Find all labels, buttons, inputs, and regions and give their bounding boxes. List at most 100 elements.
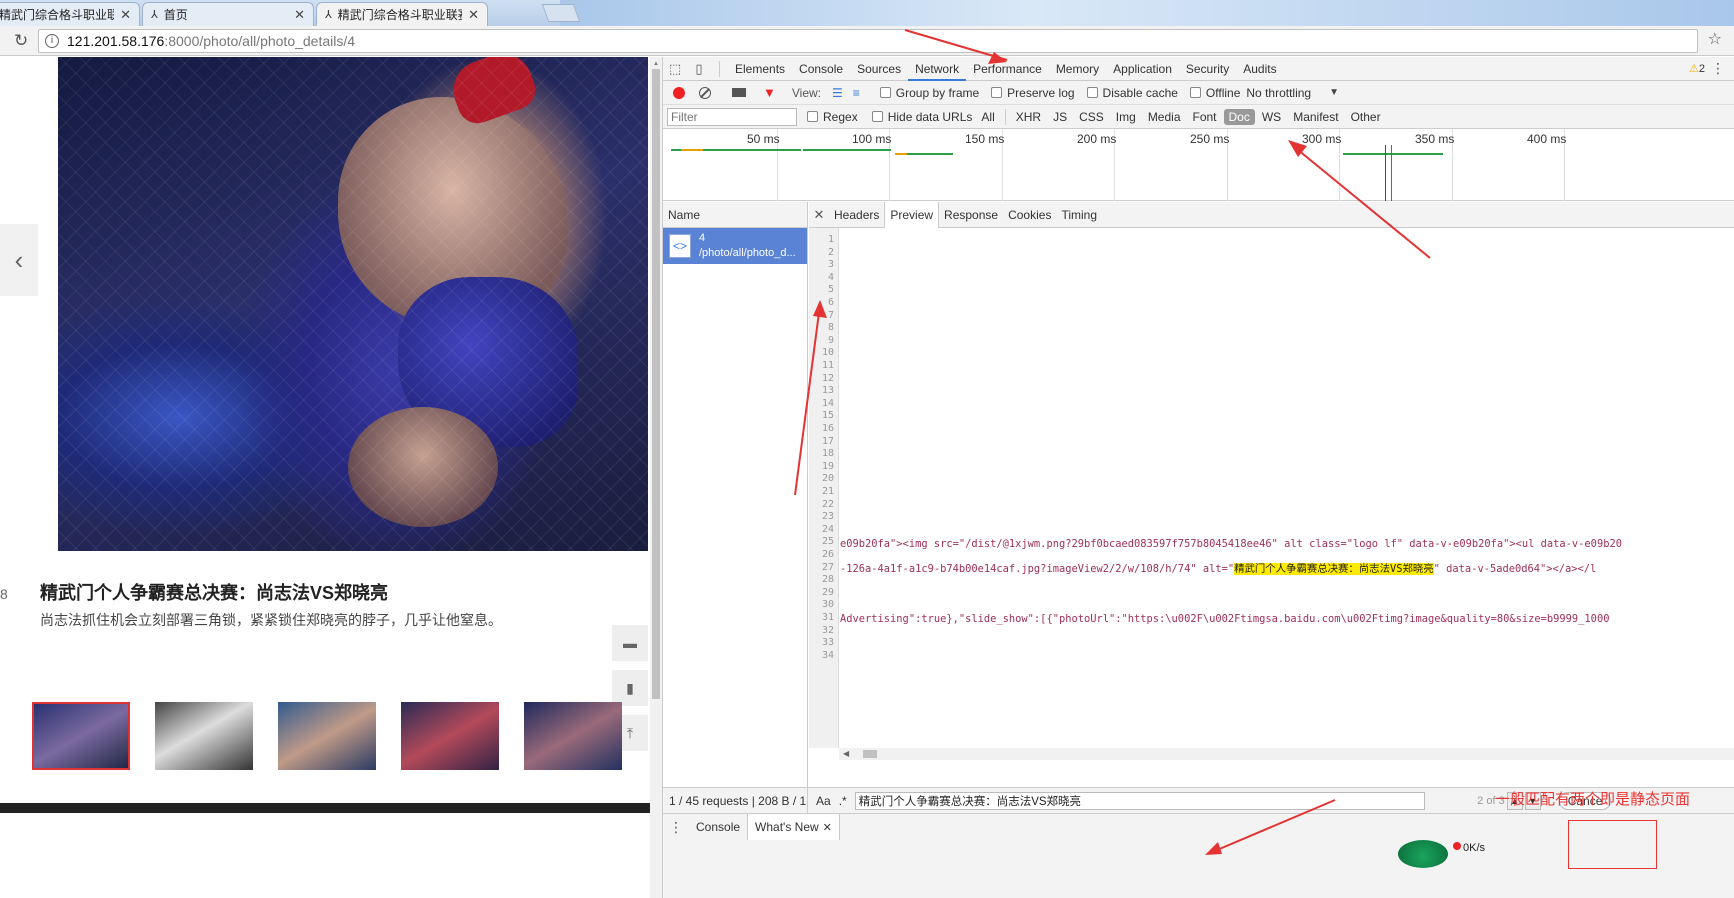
disable-cache-checkbox[interactable] (1086, 87, 1098, 98)
page-footer-strip (0, 803, 662, 813)
tab-console[interactable]: Console (792, 57, 850, 81)
line-number: 3 (827, 259, 834, 271)
close-tab-icon[interactable]: ✕ (120, 7, 131, 23)
chevron-left-icon: ‹ (14, 244, 24, 275)
tab-title: 首页 (163, 8, 188, 22)
drawer-tab-whats-new[interactable]: What's New ✕ (747, 814, 840, 840)
large-rows-icon[interactable]: ☰ (832, 86, 843, 100)
filter-type-all[interactable]: All (976, 109, 999, 125)
close-tab-icon[interactable]: ✕ (294, 7, 305, 23)
thumbnail-5[interactable] (524, 702, 622, 770)
regex-button[interactable]: .* (839, 794, 847, 808)
throttling-select[interactable]: No throttling (1246, 86, 1311, 100)
ticket-button[interactable]: ▬ (612, 625, 648, 661)
inspect-element-icon[interactable]: ⬚ (663, 57, 687, 81)
warning-badge[interactable]: ⚠2 (1689, 62, 1705, 75)
network-overview-timeline[interactable]: 50 ms 100 ms 150 ms 200 ms 250 ms 300 ms… (663, 129, 1734, 201)
line-number: 32 (821, 624, 834, 636)
line-number: 25 (821, 536, 834, 548)
browser-tab-2[interactable]: ⅄ 首页 ✕ (142, 2, 314, 26)
tab-sources[interactable]: Sources (850, 57, 908, 81)
drawer-tab-console[interactable]: Console (689, 814, 747, 840)
record-icon[interactable] (673, 86, 685, 99)
filter-type-js[interactable]: JS (1048, 109, 1072, 125)
reload-icon[interactable]: ↻ (14, 31, 28, 51)
dropdown-arrow-icon[interactable]: ▼ (1329, 87, 1339, 98)
filter-type-other[interactable]: Other (1346, 109, 1386, 125)
filter-type-img[interactable]: Img (1111, 109, 1141, 125)
hide-data-urls-checkbox[interactable] (871, 111, 883, 122)
photo-cage-mesh (58, 57, 648, 551)
thumbnail-2[interactable] (155, 702, 253, 770)
thumbnail-4[interactable] (401, 702, 499, 770)
scroll-left-icon[interactable]: ◀ (843, 749, 849, 758)
devtools-tab-bar: ⬚ ▯ Elements Console Sources Network Per… (663, 57, 1734, 81)
offline-checkbox[interactable] (1189, 87, 1201, 98)
scroll-up-icon[interactable]: ▲ (653, 61, 659, 67)
bookmark-star-icon[interactable]: ☆ (1708, 29, 1722, 49)
tab-security[interactable]: Security (1179, 57, 1236, 81)
line-number: 21 (821, 486, 834, 497)
filter-input[interactable] (667, 107, 797, 126)
tab-performance[interactable]: Performance (966, 57, 1049, 81)
new-tab-button[interactable] (541, 4, 581, 22)
thumbnail-3[interactable] (278, 702, 376, 770)
filter-type-media[interactable]: Media (1143, 109, 1186, 125)
code-line-27: -126a-4a1f-a1c9-b74b00e14caf.jpg?imageVi… (840, 563, 1596, 576)
group-by-frame-checkbox[interactable] (879, 87, 891, 98)
filter-type-font[interactable]: Font (1188, 109, 1222, 125)
close-tab-icon[interactable]: ✕ (468, 7, 479, 23)
tab-network[interactable]: Network (908, 57, 967, 81)
code-scroll-thumb[interactable] (863, 750, 877, 758)
info-icon[interactable]: i (45, 34, 59, 48)
line-number: 10 (821, 347, 834, 359)
browser-tab-3-active[interactable]: ⅄ 精武门综合格斗职业联赛 ✕ (316, 2, 488, 26)
request-list: Name <> 4 /photo/all/photo_d... (663, 202, 808, 787)
response-preview-code: e09b20fa"><img src="/dist/@1xjwm.png?29b… (840, 228, 1734, 748)
search-input[interactable] (854, 791, 1425, 810)
preserve-log-checkbox[interactable] (991, 87, 1003, 98)
name-column-header[interactable]: Name (663, 202, 807, 228)
browser-tab-1[interactable]: 精武门综合格斗职业联赛 ✕ (0, 2, 140, 26)
tab-cookies[interactable]: Cookies (1003, 202, 1056, 228)
regex-label: Regex (823, 109, 858, 124)
line-number-gutter: 1 2 3 4 5 6 7 8 9 10 11 12 13 14 15 16 17 18 19 20 21 22 23 24 2… (809, 228, 839, 748)
tab-memory[interactable]: Memory (1049, 57, 1106, 81)
request-row-selected[interactable]: <> 4 /photo/all/photo_d... (663, 228, 807, 264)
book-button[interactable]: ▮ (612, 670, 648, 706)
filter-type-xhr[interactable]: XHR (1011, 109, 1046, 125)
device-toolbar-icon[interactable]: ▯ (687, 57, 711, 81)
photo-title: 精武门个人争霸赛总决赛：尚志法VS郑晓亮 (40, 583, 389, 603)
close-icon[interactable]: ✕ (809, 207, 829, 223)
filter-icon[interactable]: ▼ (763, 85, 776, 100)
capture-screenshots-icon[interactable] (732, 88, 746, 97)
tab-application[interactable]: Application (1106, 57, 1179, 81)
address-bar[interactable]: i 121.201.58.176:8000/photo/all/photo_de… (38, 29, 1698, 53)
filter-type-doc[interactable]: Doc (1223, 108, 1255, 125)
network-speed-widget[interactable] (1398, 840, 1448, 868)
previous-photo-button[interactable]: ‹ (0, 224, 38, 296)
tab-headers[interactable]: Headers (829, 202, 884, 228)
tab-response[interactable]: Response (939, 202, 1003, 228)
filter-type-css[interactable]: CSS (1074, 109, 1109, 125)
overview-icon[interactable]: ≡ (853, 86, 860, 100)
tab-timing[interactable]: Timing (1056, 202, 1102, 228)
regex-checkbox[interactable] (807, 111, 818, 122)
filter-type-manifest[interactable]: Manifest (1288, 109, 1343, 125)
tab-audits[interactable]: Audits (1236, 57, 1283, 81)
match-case-button[interactable]: Aa (816, 794, 831, 808)
tab-elements[interactable]: Elements (728, 57, 792, 81)
drawer-menu-icon[interactable]: ⋮ (663, 819, 689, 836)
filter-type-ws[interactable]: WS (1257, 109, 1286, 125)
thumbnail-1[interactable] (32, 702, 130, 770)
code-text: -126a-4a1f-a1c9-b74b00e14caf.jpg?imageVi… (840, 563, 1235, 575)
warning-count: 2 (1698, 63, 1705, 75)
main-photo (58, 57, 648, 551)
more-options-icon[interactable]: ⋮ (1711, 60, 1725, 77)
page-scrollbar[interactable]: ▲ (650, 57, 662, 898)
tab-preview[interactable]: Preview (884, 201, 940, 228)
code-horizontal-scrollbar[interactable]: ◀ (839, 748, 1734, 760)
close-icon[interactable]: ✕ (823, 822, 832, 834)
page-scroll-thumb[interactable] (652, 69, 660, 699)
clear-icon[interactable] (699, 86, 711, 99)
